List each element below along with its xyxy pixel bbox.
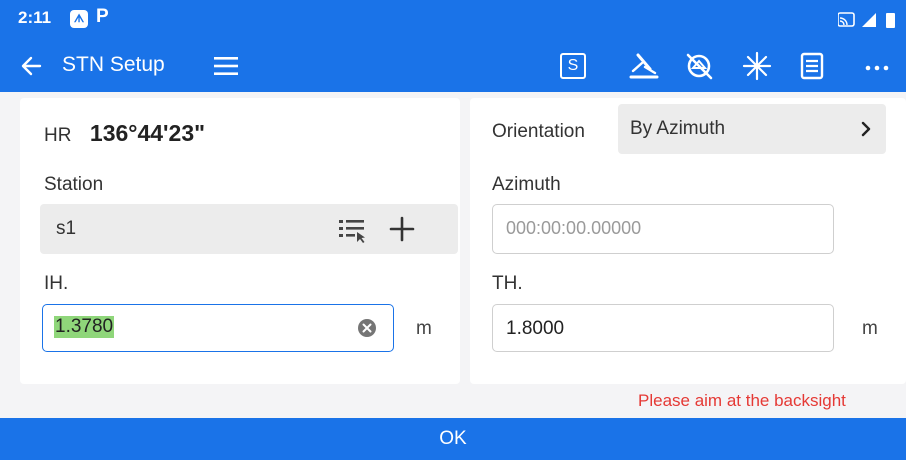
signal-icon (862, 13, 876, 27)
station-value: s1 (56, 218, 77, 239)
level-button[interactable] (627, 50, 661, 82)
azimuth-input[interactable]: 000:00:00.00000 (492, 204, 834, 254)
station-label: Station (44, 174, 104, 195)
station-field[interactable]: s1 (40, 204, 458, 254)
th-unit: m (862, 318, 878, 339)
settings-list-icon (800, 52, 824, 80)
prism-button[interactable] (683, 50, 717, 82)
th-value: 1.8000 (506, 318, 565, 339)
station-panel: HR 136°44'23" Station s1 IH. 1.3780 m (20, 98, 460, 384)
level-icon (629, 53, 659, 79)
ih-input[interactable]: 1.3780 (42, 304, 394, 352)
more-icon (865, 65, 889, 71)
add-station-icon[interactable] (386, 213, 418, 245)
hr-value: 136°44'23" (89, 120, 206, 146)
chevron-right-icon (861, 121, 871, 137)
battery-icon (886, 13, 895, 28)
ih-label: IH. (44, 273, 69, 294)
more-button[interactable] (860, 50, 894, 82)
azimuth-label: Azimuth (492, 174, 561, 195)
app-bar: STN Setup S (0, 40, 906, 92)
laser-icon (742, 51, 772, 81)
ih-unit: m (416, 318, 432, 339)
photo-icon: ᗑ (70, 10, 88, 28)
screen: 2:11 ᗑ P STN Setup S HR 136°44'23" Stati… (0, 0, 906, 460)
azimuth-placeholder: 000:00:00.00000 (506, 218, 642, 238)
cast-icon (838, 12, 855, 27)
status-time: 2:11 (18, 8, 52, 27)
hr-readout: HR 136°44'23" (44, 120, 205, 147)
menu-icon[interactable] (213, 54, 239, 78)
s-mode-button[interactable]: S (556, 50, 590, 82)
settings-list-button[interactable] (795, 50, 829, 82)
orientation-value: By Azimuth (630, 118, 726, 139)
back-arrow-icon[interactable] (18, 52, 46, 80)
station-list-icon[interactable] (336, 214, 368, 244)
laser-button[interactable] (740, 50, 774, 82)
s-mode-icon: S (560, 53, 586, 79)
hr-label: HR (44, 125, 72, 146)
backsight-warning: Please aim at the backsight (638, 391, 846, 410)
page-title: STN Setup (62, 53, 165, 76)
status-bar: 2:11 ᗑ P (0, 0, 906, 40)
th-input[interactable]: 1.8000 (492, 304, 834, 352)
th-label: TH. (492, 273, 523, 294)
clear-icon[interactable] (357, 318, 377, 338)
orientation-panel: Orientation By Azimuth Azimuth 000:00:00… (470, 98, 906, 384)
ih-value: 1.3780 (54, 316, 115, 338)
ok-button[interactable]: OK (0, 418, 906, 460)
parking-icon: P (96, 6, 109, 27)
status-icons (838, 12, 895, 28)
prism-off-icon (686, 53, 713, 80)
orientation-label: Orientation (492, 121, 585, 142)
orientation-select[interactable]: By Azimuth (618, 104, 886, 154)
